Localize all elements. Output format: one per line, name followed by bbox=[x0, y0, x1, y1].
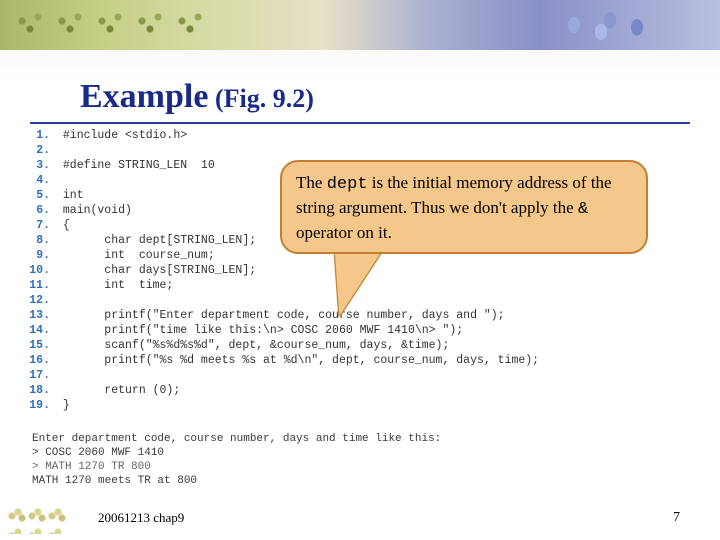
line-number: 15. bbox=[28, 338, 56, 353]
line-number: 6. bbox=[28, 203, 56, 218]
code-line: 1. #include <stdio.h> bbox=[28, 128, 692, 143]
code-text: scanf("%s%d%s%d", dept, &course_num, day… bbox=[56, 338, 449, 353]
footer: 20061213 chap9 7 bbox=[0, 514, 720, 540]
code-text bbox=[56, 293, 63, 308]
line-number: 2. bbox=[28, 143, 56, 158]
line-number: 16. bbox=[28, 353, 56, 368]
line-number: 19. bbox=[28, 398, 56, 413]
line-number: 11. bbox=[28, 278, 56, 293]
line-number: 5. bbox=[28, 188, 56, 203]
code-text: printf("time like this:\n> COSC 2060 MWF… bbox=[56, 323, 463, 338]
title-main: Example bbox=[80, 78, 208, 115]
slide: Example (Fig. 9.2) 1. #include <stdio.h>… bbox=[0, 0, 720, 540]
line-number: 17. bbox=[28, 368, 56, 383]
code-text: main(void) bbox=[56, 203, 132, 218]
code-text: printf("%s %d meets %s at %d\n", dept, c… bbox=[56, 353, 539, 368]
code-text: printf("Enter department code, course nu… bbox=[56, 308, 505, 323]
title-divider bbox=[30, 122, 690, 124]
line-number: 14. bbox=[28, 323, 56, 338]
code-text: char dept[STRING_LEN]; bbox=[56, 233, 256, 248]
code-text: return (0); bbox=[56, 383, 180, 398]
callout-text-post: operator on it. bbox=[296, 223, 392, 242]
code-text: int time; bbox=[56, 278, 173, 293]
code-line: 16. printf("%s %d meets %s at %d\n", dep… bbox=[28, 353, 692, 368]
code-text: #define STRING_LEN 10 bbox=[56, 158, 215, 173]
line-number: 9. bbox=[28, 248, 56, 263]
code-text: #include <stdio.h> bbox=[56, 128, 187, 143]
callout-bubble: The dept is the initial memory address o… bbox=[280, 160, 648, 254]
page-number: 7 bbox=[673, 510, 680, 526]
output-line: > COSC 2060 MWF 1410 bbox=[32, 446, 692, 460]
line-number: 10. bbox=[28, 263, 56, 278]
code-text: int bbox=[56, 188, 84, 203]
code-line: 19. } bbox=[28, 398, 692, 413]
program-output: Enter department code, course number, da… bbox=[32, 432, 692, 488]
footer-date: 20061213 chap9 bbox=[98, 510, 184, 526]
title-sub: (Fig. 9.2) bbox=[208, 84, 313, 113]
code-text: char days[STRING_LEN]; bbox=[56, 263, 256, 278]
line-number: 13. bbox=[28, 308, 56, 323]
callout-code-dept: dept bbox=[327, 175, 368, 194]
callout-code-amp: & bbox=[578, 200, 588, 219]
code-text bbox=[56, 143, 63, 158]
decorative-banner bbox=[0, 0, 720, 50]
code-text: int course_num; bbox=[56, 248, 215, 263]
callout-pointer bbox=[325, 250, 382, 316]
code-line: 14. printf("time like this:\n> COSC 2060… bbox=[28, 323, 692, 338]
code-text: } bbox=[56, 398, 70, 413]
callout-text-pre: The bbox=[296, 173, 327, 192]
line-number: 12. bbox=[28, 293, 56, 308]
output-line: MATH 1270 meets TR at 800 bbox=[32, 474, 692, 488]
code-text: { bbox=[56, 218, 70, 233]
output-line: > MATH 1270 TR 800 bbox=[32, 460, 692, 474]
line-number: 3. bbox=[28, 158, 56, 173]
line-number: 1. bbox=[28, 128, 56, 143]
code-text bbox=[56, 368, 63, 383]
code-text bbox=[56, 173, 63, 188]
line-number: 7. bbox=[28, 218, 56, 233]
code-line: 17. bbox=[28, 368, 692, 383]
code-line: 2. bbox=[28, 143, 692, 158]
line-number: 18. bbox=[28, 383, 56, 398]
slide-title: Example (Fig. 9.2) bbox=[80, 78, 314, 116]
line-number: 8. bbox=[28, 233, 56, 248]
code-line: 18. return (0); bbox=[28, 383, 692, 398]
code-line: 15. scanf("%s%d%s%d", dept, &course_num,… bbox=[28, 338, 692, 353]
line-number: 4. bbox=[28, 173, 56, 188]
output-line: Enter department code, course number, da… bbox=[32, 432, 692, 446]
